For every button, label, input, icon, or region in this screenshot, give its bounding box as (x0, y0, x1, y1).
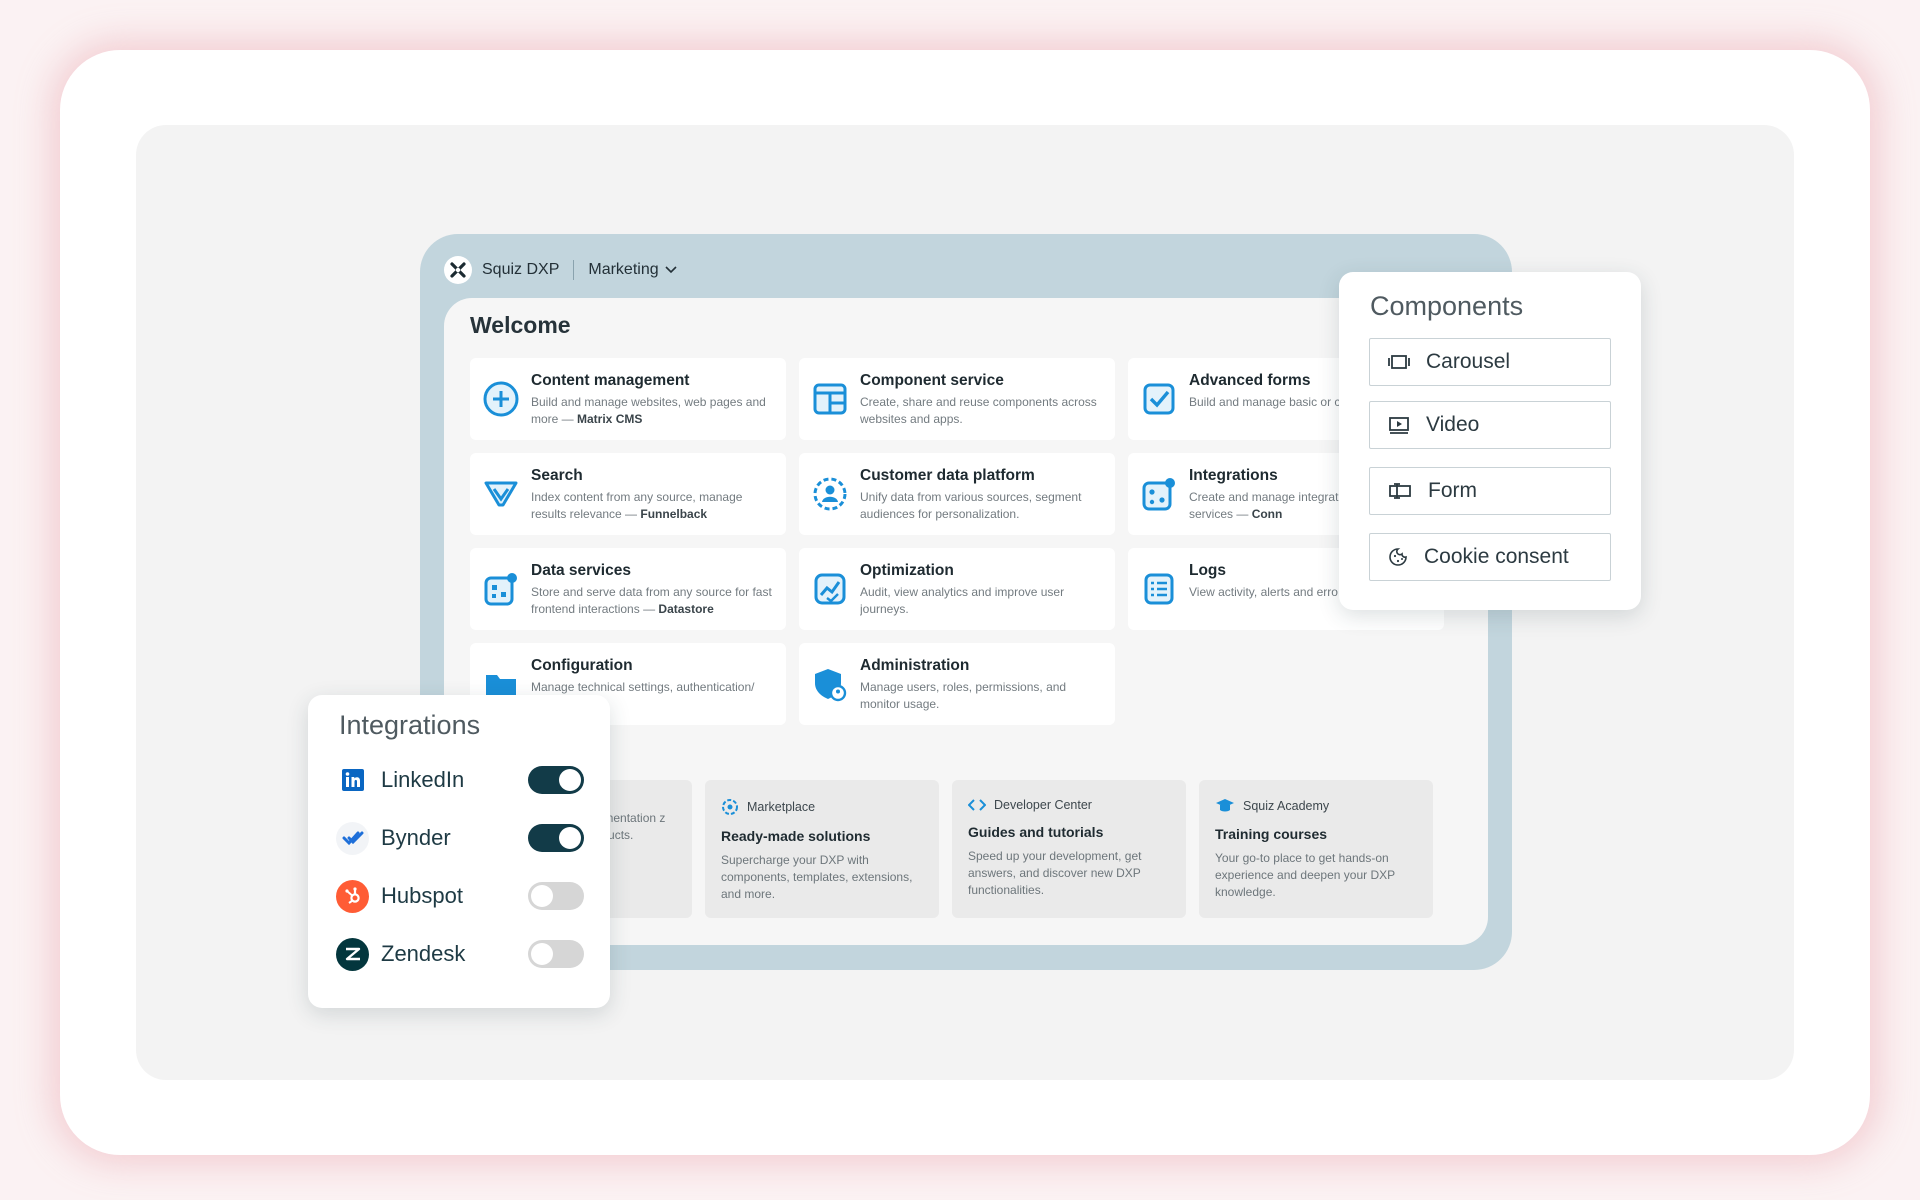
integration-label: Hubspot (381, 883, 463, 908)
workspace-selector[interactable]: Marketing (588, 261, 677, 279)
linkedin-toggle[interactable] (528, 766, 584, 794)
hubspot-toggle[interactable] (528, 882, 584, 910)
database-icon (484, 573, 517, 606)
resource-title: Ready-made solutions (721, 828, 871, 844)
bynder-toggle[interactable] (528, 824, 584, 852)
service-description: Unify data from various sources, segment… (860, 490, 1082, 521)
toggle-knob (531, 943, 553, 965)
integration-row-linkedin: LinkedIn (336, 762, 584, 798)
toggle-knob (559, 769, 581, 791)
service-description: Manage users, roles, permissions, and mo… (860, 680, 1067, 711)
components-popup: Components Carousel Video Form Cookie co… (1339, 272, 1641, 610)
service-tile-data-services[interactable]: Data services Store and serve data from … (470, 548, 786, 630)
checkbox-icon (1143, 383, 1175, 415)
funnel-icon (484, 481, 518, 507)
toggle-knob (531, 885, 553, 907)
chevron-down-icon (665, 266, 677, 274)
cookie-icon (1389, 548, 1407, 566)
user-target-icon (813, 477, 847, 511)
zendesk-icon (336, 937, 369, 971)
resource-title: Guides and tutorials (968, 824, 1104, 840)
resource-description: Speed up your development, get answers, … (968, 849, 1142, 897)
code-icon (968, 799, 986, 811)
component-form-button[interactable]: Form (1369, 467, 1611, 515)
squiz-logo-icon[interactable] (444, 256, 472, 284)
shield-user-icon (815, 669, 847, 702)
service-title: Administration (860, 657, 970, 674)
integration-row-zendesk: Zendesk (336, 936, 584, 972)
resource-description: Supercharge your DXP with components, te… (721, 853, 913, 901)
linkedin-icon (336, 764, 369, 797)
chart-check-icon (814, 573, 846, 605)
service-description: Audit, view analytics and improve user j… (860, 585, 1065, 616)
service-title: Component service (860, 372, 1004, 389)
bynder-icon (336, 821, 369, 855)
resource-head: Marketplace (721, 798, 923, 816)
service-title: Configuration (531, 657, 633, 674)
service-description: Build and manage websites, web pages and… (531, 395, 766, 426)
integrations-popup: Integrations LinkedIn Bynder Hubspot Zen… (308, 695, 610, 1008)
component-label: Carousel (1426, 350, 1511, 373)
service-tile-administration[interactable]: Administration Manage users, roles, perm… (799, 643, 1115, 725)
toggle-knob (559, 827, 581, 849)
component-label: Cookie consent (1424, 545, 1569, 568)
component-video-button[interactable]: Video (1369, 401, 1611, 449)
service-description: Create, share and reuse components acros… (860, 395, 1097, 426)
service-description: Store and serve data from any source for… (531, 585, 772, 616)
layout-grid-icon (813, 383, 847, 415)
resource-description: Your go-to place to get hands-on experie… (1215, 851, 1395, 899)
carousel-icon (1388, 355, 1410, 369)
resource-head: Developer Center (968, 798, 1170, 812)
resource-card-developer-center[interactable]: Developer Center Guides and tutorials Sp… (952, 780, 1186, 918)
list-icon (1144, 573, 1174, 605)
component-label: Video (1426, 413, 1480, 436)
page-title: Welcome (470, 312, 571, 338)
marketplace-icon (722, 799, 738, 815)
top-bar: Squiz DXP Marketing (444, 256, 677, 284)
service-description: Index content from any source, manage re… (531, 490, 743, 521)
service-title: Data services (531, 562, 631, 579)
components-title: Components (1370, 291, 1524, 321)
service-title: Search (531, 467, 583, 484)
service-tile-content-management[interactable]: Content management Build and manage webs… (470, 358, 786, 440)
app-name[interactable]: Squiz DXP (482, 261, 559, 279)
integrations-icon (1142, 478, 1175, 511)
integration-label: LinkedIn (381, 767, 465, 792)
integration-label: Bynder (381, 825, 451, 850)
integration-row-bynder: Bynder (336, 820, 584, 856)
service-title: Optimization (860, 562, 954, 579)
workspace-label: Marketing (588, 261, 659, 278)
service-title: Content management (531, 372, 690, 389)
zendesk-toggle[interactable] (528, 940, 584, 968)
resource-title: Training courses (1215, 826, 1328, 842)
resource-card-squiz-academy[interactable]: Squiz Academy Training courses Your go-t… (1199, 780, 1433, 918)
service-tile-component-service[interactable]: Component service Create, share and reus… (799, 358, 1115, 440)
graduation-cap-icon (1216, 799, 1234, 812)
component-carousel-button[interactable]: Carousel (1369, 338, 1611, 386)
integration-row-hubspot: Hubspot (336, 878, 584, 914)
service-tile-customer-data-platform[interactable]: Customer data platform Unify data from v… (799, 453, 1115, 535)
component-label: Form (1428, 479, 1477, 502)
component-cookie-consent-button[interactable]: Cookie consent (1369, 533, 1611, 581)
hubspot-icon (336, 879, 369, 913)
form-icon (1389, 483, 1411, 499)
resource-head: Squiz Academy (1215, 798, 1417, 814)
integration-label: Zendesk (381, 941, 466, 966)
service-title: Customer data platform (860, 467, 1035, 484)
service-tile-optimization[interactable]: Optimization Audit, view analytics and i… (799, 548, 1115, 630)
service-tile-search[interactable]: Search Index content from any source, ma… (470, 453, 786, 535)
integrations-title: Integrations (339, 710, 481, 740)
plus-circle-icon (483, 381, 519, 417)
resource-card-marketplace[interactable]: Marketplace Ready-made solutions Superch… (705, 780, 939, 918)
topbar-divider (573, 260, 575, 280)
video-icon (1389, 417, 1409, 434)
